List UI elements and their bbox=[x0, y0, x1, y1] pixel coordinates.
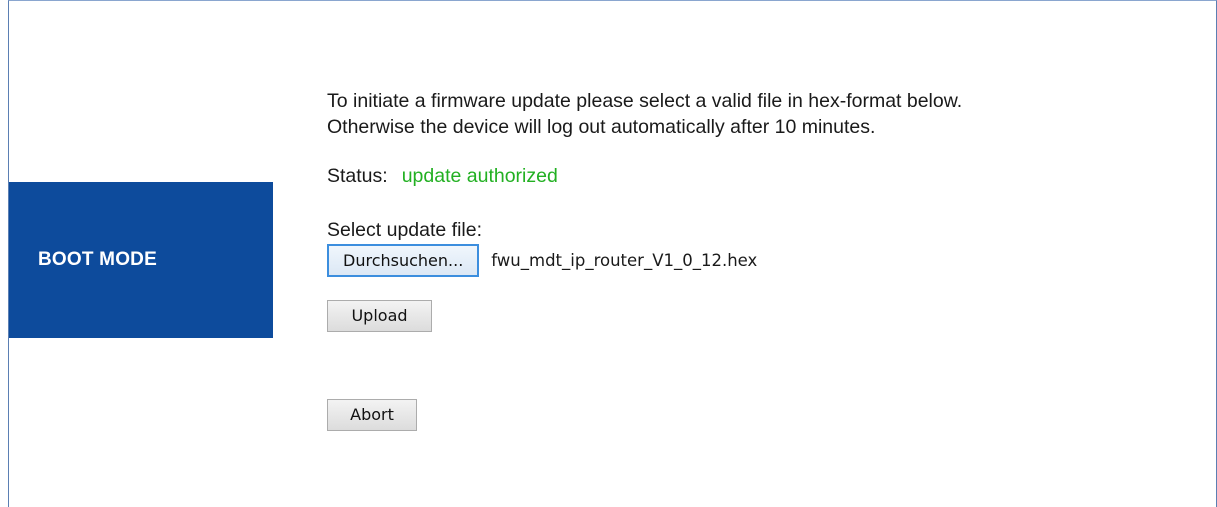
intro-text-line-2: Otherwise the device will log out automa… bbox=[327, 116, 876, 138]
select-file-label: Select update file: bbox=[327, 219, 483, 241]
upload-button[interactable]: Upload bbox=[327, 300, 432, 332]
intro-text-line-1: To initiate a firmware update please sel… bbox=[327, 90, 963, 112]
selected-file-name: fwu_mdt_ip_router_V1_0_12.hex bbox=[491, 251, 758, 270]
boot-mode-label: BOOT MODE bbox=[38, 249, 157, 270]
abort-row: Abort bbox=[327, 399, 1187, 431]
file-picker: Durchsuchen... fwu_mdt_ip_router_V1_0_12… bbox=[327, 244, 1187, 277]
status-value: update authorized bbox=[401, 165, 558, 187]
boot-mode-panel: BOOT MODE bbox=[9, 182, 273, 338]
status-row: Status: update authorized bbox=[327, 163, 1187, 189]
abort-button[interactable]: Abort bbox=[327, 399, 417, 431]
upload-row: Upload bbox=[327, 300, 1187, 332]
firmware-update-form: To initiate a firmware update please sel… bbox=[327, 88, 1187, 431]
status-label: Status: bbox=[327, 165, 388, 187]
browse-button[interactable]: Durchsuchen... bbox=[327, 244, 480, 277]
